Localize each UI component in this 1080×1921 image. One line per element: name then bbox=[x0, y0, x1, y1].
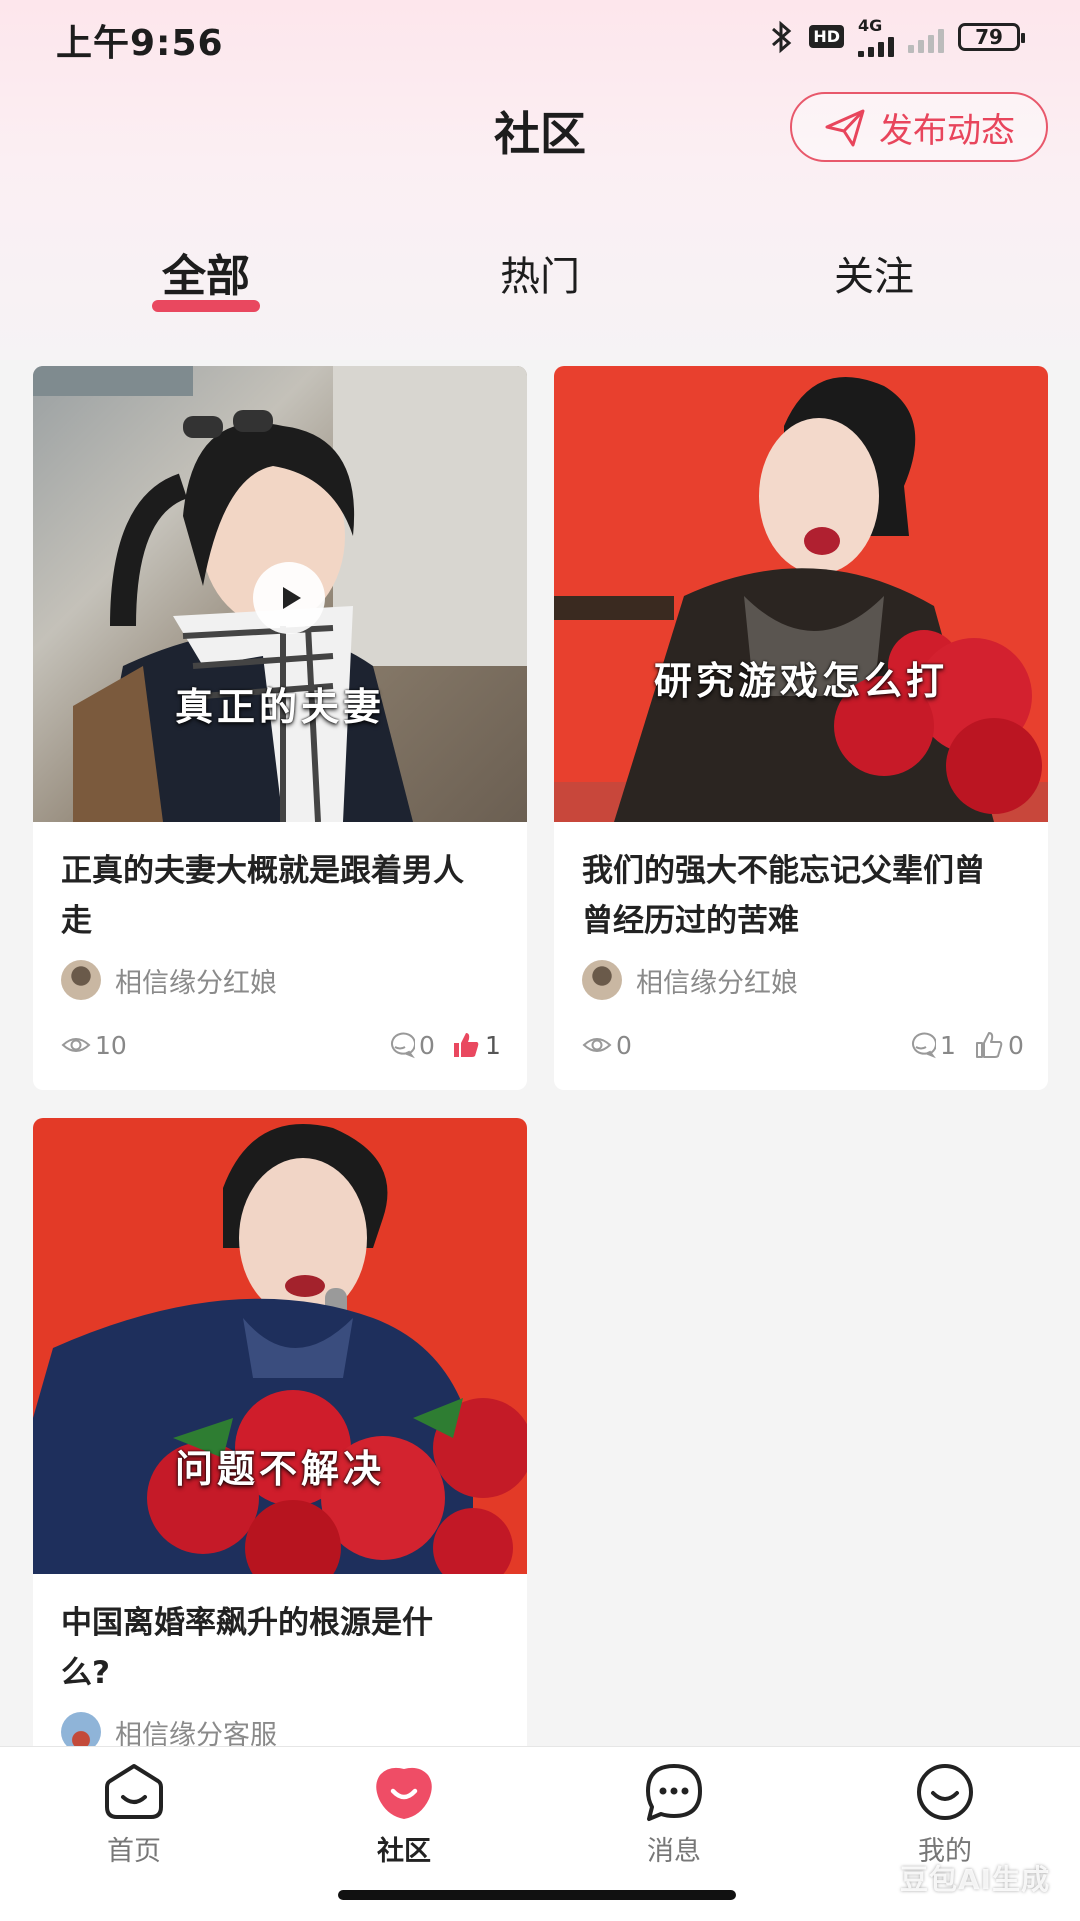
status-time: 上午9:56 bbox=[56, 23, 224, 64]
author-name: 相信缘分红娘 bbox=[115, 967, 277, 999]
post-thumbnail: 研究游戏怎么打 bbox=[554, 366, 1048, 822]
network-type: 4G bbox=[858, 16, 883, 35]
nav-messages[interactable]: 消息 bbox=[604, 1761, 744, 1868]
nav-community[interactable]: 社区 bbox=[334, 1761, 474, 1868]
post-photo-illustration bbox=[554, 377, 1048, 822]
tab-all-label: 全部 bbox=[162, 251, 250, 302]
post-author[interactable]: 相信缘分客服 bbox=[33, 1698, 527, 1752]
bluetooth-icon bbox=[772, 20, 792, 53]
view-count-value: 0 bbox=[616, 1030, 632, 1060]
view-count: 10 bbox=[61, 1030, 127, 1060]
tab-following[interactable]: 关注 bbox=[834, 244, 914, 302]
tab-following-label: 关注 bbox=[834, 254, 914, 300]
nav-profile[interactable]: 我的 bbox=[875, 1761, 1015, 1868]
post-author[interactable]: 相信缘分红娘 bbox=[33, 946, 527, 1000]
paper-plane-icon bbox=[825, 109, 865, 147]
nav-community-label: 社区 bbox=[377, 1836, 431, 1867]
post-author[interactable]: 相信缘分红娘 bbox=[554, 946, 1048, 1000]
tab-hot[interactable]: 热门 bbox=[500, 244, 580, 302]
tab-bar: 全部 热门 关注 bbox=[0, 240, 1080, 312]
avatar bbox=[61, 960, 101, 1000]
profile-icon bbox=[917, 1764, 973, 1820]
tab-hot-label: 热门 bbox=[500, 254, 580, 300]
post-photo-illustration bbox=[33, 1124, 527, 1574]
nav-home[interactable]: 首页 bbox=[64, 1761, 204, 1868]
ai-watermark: 豆包AI生成 bbox=[900, 1863, 1051, 1896]
eye-icon bbox=[61, 1038, 91, 1052]
post-thumbnail-caption: 研究游戏怎么打 bbox=[653, 658, 948, 703]
post-stats: 0 1 0 bbox=[554, 1014, 1048, 1080]
home-face-icon bbox=[105, 1764, 163, 1819]
thumbs-up-filled-icon bbox=[454, 1033, 479, 1057]
signal-4g: 4G bbox=[858, 16, 894, 57]
publish-post-button[interactable]: 发布动态 bbox=[790, 92, 1048, 162]
post-card[interactable]: 问题不解决 中国离婚率飙升的根源是什 么? 相信缘分客服 bbox=[33, 1118, 527, 1758]
post-thumbnail-caption: 真正的夫妻 bbox=[174, 684, 385, 729]
author-name: 相信缘分红娘 bbox=[636, 967, 798, 999]
comment-count: 0 bbox=[419, 1030, 435, 1060]
post-thumbnail: 真正的夫妻 bbox=[33, 366, 527, 822]
post-title-line: 么? bbox=[61, 1655, 110, 1691]
post-title[interactable]: 正真的夫妻大概就是跟着男人 走 bbox=[33, 822, 527, 946]
post-stats: 10 0 1 bbox=[33, 1014, 527, 1080]
nav-messages-label: 消息 bbox=[647, 1836, 701, 1867]
post-thumbnail-caption: 问题不解决 bbox=[174, 1446, 385, 1491]
post-title-line: 正真的夫妻大概就是跟着男人 bbox=[61, 853, 464, 889]
post-card[interactable]: 真正的夫妻 正真的夫妻大概就是跟着男人 走 相信缘分红娘 10 0 1 bbox=[33, 366, 527, 1090]
comment-icon bbox=[391, 1032, 415, 1059]
battery-indicator: 79 bbox=[958, 22, 1025, 51]
post-thumbnail: 问题不解决 bbox=[33, 1118, 527, 1574]
like-button[interactable]: 0 bbox=[974, 1030, 1024, 1060]
status-icons: HD 4G 79 bbox=[769, 16, 1025, 57]
video-play-icon[interactable] bbox=[253, 562, 325, 634]
publish-post-label: 发布动态 bbox=[879, 110, 1015, 151]
home-indicator[interactable] bbox=[338, 1890, 736, 1900]
community-icon bbox=[376, 1767, 432, 1819]
eye-icon bbox=[582, 1038, 612, 1052]
comment-count: 1 bbox=[940, 1030, 956, 1060]
post-title-line: 我们的强大不能忘记父辈们曾 bbox=[582, 853, 985, 889]
tab-all[interactable]: 全部 bbox=[152, 240, 260, 312]
like-button[interactable]: 1 bbox=[451, 1030, 501, 1060]
post-title[interactable]: 中国离婚率飙升的根源是什 么? bbox=[33, 1574, 527, 1698]
comment-button[interactable]: 1 bbox=[906, 1030, 956, 1060]
post-title[interactable]: 我们的强大不能忘记父辈们曾 曾经历过的苦难 bbox=[554, 822, 1048, 946]
thumbs-up-outline-icon bbox=[976, 1032, 1003, 1058]
post-card[interactable]: 研究游戏怎么打 我们的强大不能忘记父辈们曾 曾经历过的苦难 相信缘分红娘 0 1… bbox=[554, 366, 1048, 1090]
hd-badge: HD bbox=[809, 25, 844, 48]
like-count: 1 bbox=[485, 1030, 501, 1060]
post-title-line: 曾经历过的苦难 bbox=[582, 903, 799, 939]
signal-bars-secondary-icon bbox=[908, 21, 944, 53]
post-title-line: 走 bbox=[61, 903, 92, 939]
view-count: 0 bbox=[582, 1030, 632, 1060]
comment-icon bbox=[912, 1032, 936, 1059]
status-bar: 上午9:56 HD 4G 79 bbox=[0, 0, 1080, 72]
signal-bars-icon bbox=[858, 35, 894, 57]
comment-button[interactable]: 0 bbox=[385, 1030, 435, 1060]
avatar bbox=[582, 960, 622, 1000]
view-count-value: 10 bbox=[95, 1030, 127, 1060]
like-count: 0 bbox=[1008, 1030, 1024, 1060]
post-title-line: 中国离婚率飙升的根源是什 bbox=[61, 1605, 433, 1641]
message-icon bbox=[646, 1764, 702, 1821]
nav-home-label: 首页 bbox=[107, 1836, 161, 1867]
